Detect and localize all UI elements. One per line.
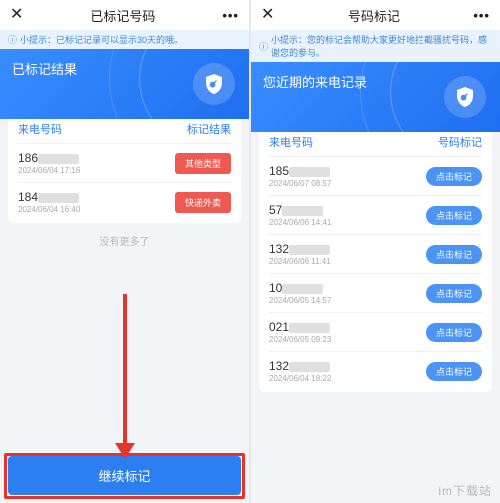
col-result: 标记结果 — [187, 121, 231, 137]
phone-number: 132x — [269, 359, 331, 373]
nav-bar: ✕ 已标记号码 ••• — [0, 0, 249, 30]
card-header: 来电号码 号码标记 — [269, 130, 482, 156]
mark-button[interactable]: 点击标记 — [426, 206, 482, 225]
more-icon[interactable]: ••• — [222, 8, 239, 23]
phone-number: 132x — [269, 242, 331, 256]
mark-button[interactable]: 点击标记 — [426, 284, 482, 303]
timestamp: 2024/06/06 11:41 — [269, 257, 331, 266]
table-row: 132x 2024/06/04 18:22 点击标记 — [269, 351, 482, 390]
col-mark: 号码标记 — [438, 134, 482, 150]
timestamp: 2024/06/05 09:23 — [269, 335, 331, 344]
card-header: 来电号码 标记结果 — [18, 117, 231, 143]
shield-icon — [444, 76, 486, 118]
phone-number: 184x — [18, 190, 80, 204]
page-title: 号码标记 — [348, 6, 400, 25]
phone-number: 186x — [18, 151, 80, 165]
info-icon: ⓘ — [259, 40, 268, 53]
shield-icon — [193, 63, 235, 105]
tag-badge: 快递外卖 — [175, 192, 231, 213]
mark-button[interactable]: 点击标记 — [426, 323, 482, 342]
screen-left: ✕ 已标记号码 ••• ⓘ 小提示：已标记记录可以显示30天的哦。 已标记结果 … — [0, 0, 249, 503]
tip-banner: ⓘ 小提示：已标记记录可以显示30天的哦。 — [0, 30, 249, 49]
tag-badge: 其他类型 — [175, 153, 231, 174]
continue-button[interactable]: 继续标记 — [8, 456, 241, 495]
result-card: 来电号码 标记结果 186x 2024/06/04 17:16 其他类型 184… — [8, 111, 241, 223]
tip-text: 小提示：已标记记录可以显示30天的哦。 — [20, 33, 183, 46]
tip-text: 小提示：您的标记会帮助大家更好地拦截骚扰号码，感谢您的参与。 — [271, 33, 492, 59]
info-icon: ⓘ — [8, 33, 17, 46]
phone-number: 10x — [269, 281, 331, 295]
table-row: 186x 2024/06/04 17:16 其他类型 — [18, 143, 231, 182]
col-number: 来电号码 — [269, 134, 313, 150]
timestamp: 2024/06/07 08:57 — [269, 179, 331, 188]
timestamp: 2024/06/05 14:57 — [269, 296, 331, 305]
table-row: 021x 2024/06/05 09:23 点击标记 — [269, 312, 482, 351]
annotation-arrow — [115, 294, 135, 459]
close-icon[interactable]: ✕ — [10, 7, 23, 23]
col-number: 来电号码 — [18, 121, 62, 137]
footer: 继续标记 — [0, 448, 249, 503]
timestamp: 2024/06/04 16:40 — [18, 205, 80, 214]
screen-right: ✕ 号码标记 ••• ⓘ 小提示：您的标记会帮助大家更好地拦截骚扰号码，感谢您的… — [251, 0, 500, 503]
table-row: 184x 2024/06/04 16:40 快递外卖 — [18, 182, 231, 221]
call-log-card: 来电号码 号码标记 185x 2024/06/07 08:57 点击标记 57x… — [259, 124, 492, 392]
table-row: 185x 2024/06/07 08:57 点击标记 — [269, 156, 482, 195]
more-icon[interactable]: ••• — [473, 8, 490, 23]
timestamp: 2024/06/06 14:41 — [269, 218, 331, 227]
phone-number: 185x — [269, 164, 331, 178]
mark-button[interactable]: 点击标记 — [426, 245, 482, 264]
page-title: 已标记号码 — [90, 6, 155, 25]
hero-banner: 您近期的来电记录 — [251, 62, 500, 132]
mark-button[interactable]: 点击标记 — [426, 167, 482, 186]
hero-banner: 已标记结果 — [0, 49, 249, 119]
phone-number: 021x — [269, 320, 331, 334]
timestamp: 2024/06/04 17:16 — [18, 166, 80, 175]
table-row: 57x 2024/06/06 14:41 点击标记 — [269, 195, 482, 234]
close-icon[interactable]: ✕ — [261, 7, 274, 23]
phone-number: 57x — [269, 203, 331, 217]
timestamp: 2024/06/04 18:22 — [269, 374, 331, 383]
tip-banner: ⓘ 小提示：您的标记会帮助大家更好地拦截骚扰号码，感谢您的参与。 — [251, 30, 500, 62]
table-row: 10x 2024/06/05 14:57 点击标记 — [269, 273, 482, 312]
no-more-text: 没有更多了 — [0, 223, 249, 258]
nav-bar: ✕ 号码标记 ••• — [251, 0, 500, 30]
mark-button[interactable]: 点击标记 — [426, 362, 482, 381]
table-row: 132x 2024/06/06 11:41 点击标记 — [269, 234, 482, 273]
